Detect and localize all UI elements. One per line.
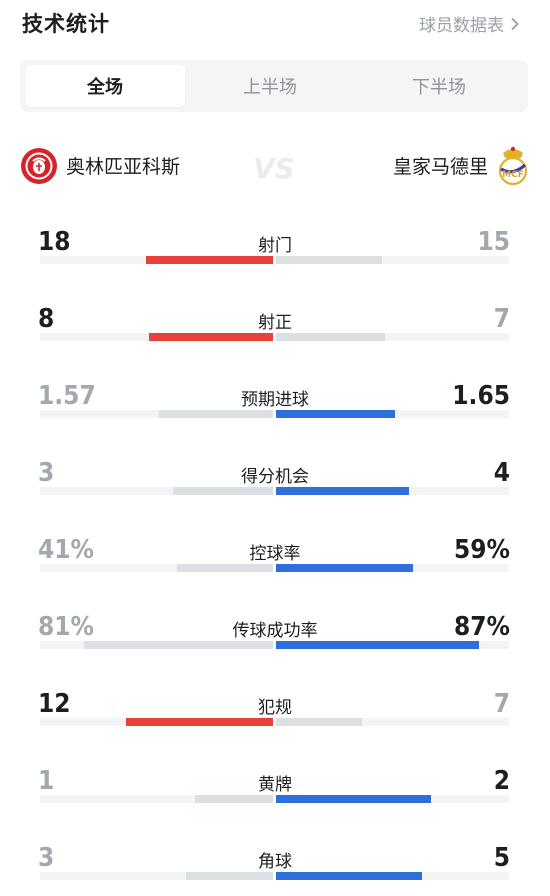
away-stat-value: 59% (454, 535, 510, 565)
away-stat-bar (276, 256, 382, 264)
away-stat-value: 1.65 (452, 381, 510, 411)
home-stat-track (40, 410, 273, 418)
home-stat-bar (173, 487, 273, 495)
stat-row: 3 角球 5 (0, 843, 550, 896)
home-stat-track (40, 487, 273, 495)
teams-row: 奥林匹亚科斯 VS 皇家马德里 MCF (0, 140, 550, 196)
home-stat-track (40, 718, 273, 726)
home-stat-track (40, 795, 273, 803)
away-stat-value: 5 (493, 843, 510, 873)
stat-row: 8 射正 7 (0, 304, 550, 364)
stat-label: 犯规 (258, 698, 292, 718)
home-stat-bar (159, 410, 273, 418)
stat-label: 黄牌 (258, 775, 292, 795)
stat-row: 3 得分机会 4 (0, 458, 550, 518)
home-stat-track (40, 872, 273, 880)
away-stat-bar (276, 564, 413, 572)
stat-row: 81% 传球成功率 87% (0, 612, 550, 672)
away-stat-track (276, 641, 509, 649)
away-stat-bar (276, 872, 422, 880)
vs-text: VS (253, 152, 295, 185)
tab-full-match[interactable]: 全场 (25, 65, 185, 107)
page-title: 技术统计 (22, 12, 110, 36)
chevron-right-icon (511, 17, 519, 30)
away-stat-bar (276, 718, 362, 726)
away-stat-track (276, 410, 509, 418)
away-stat-value: 87% (454, 612, 510, 642)
tab-second-half[interactable]: 下半场 (355, 65, 523, 107)
svg-text:MCF: MCF (502, 170, 524, 180)
home-stat-track (40, 256, 273, 264)
away-stat-track (276, 487, 509, 495)
home-team-name: 奥林匹亚科斯 (66, 156, 181, 178)
stat-row: 1.57 预期进球 1.65 (0, 381, 550, 441)
stat-row: 12 犯规 7 (0, 689, 550, 749)
home-stat-track (40, 641, 273, 649)
stat-label: 射门 (258, 236, 292, 256)
away-stat-track (276, 718, 509, 726)
away-stat-value: 15 (477, 227, 510, 257)
away-stat-track (276, 564, 509, 572)
away-stat-bar (276, 333, 385, 341)
home-stat-bar (195, 795, 273, 803)
real-madrid-crest-icon: MCF (498, 146, 528, 186)
away-stat-track (276, 333, 509, 341)
olympiacos-crest-icon (21, 148, 57, 184)
stat-label: 得分机会 (241, 467, 309, 487)
stat-row: 18 射门 15 (0, 227, 550, 287)
home-stat-bar (126, 718, 273, 726)
stat-row: 1 黄牌 2 (0, 766, 550, 826)
away-stat-value: 7 (493, 689, 510, 719)
tab-first-half[interactable]: 上半场 (190, 65, 350, 107)
stat-row: 41% 控球率 59% (0, 535, 550, 595)
home-stat-track (40, 564, 273, 572)
home-stat-bar (149, 333, 273, 341)
away-stat-bar (276, 487, 409, 495)
vs-icon: VS (253, 152, 295, 185)
home-stat-track (40, 333, 273, 341)
away-stat-bar (276, 410, 395, 418)
away-stat-bar (276, 795, 431, 803)
home-stat-bar (177, 564, 273, 572)
home-stat-bar (84, 641, 273, 649)
home-stat-bar (186, 872, 273, 880)
away-stat-bar (276, 641, 479, 649)
player-stats-link[interactable]: 球员数据表 (419, 11, 522, 36)
player-stats-link-label: 球员数据表 (419, 16, 504, 36)
away-stat-track (276, 256, 509, 264)
away-stat-value: 2 (493, 766, 510, 796)
stat-label: 射正 (258, 313, 292, 333)
home-stat-bar (146, 256, 273, 264)
away-team-name: 皇家马德里 (392, 156, 488, 178)
away-stat-track (276, 795, 509, 803)
header: 技术统计 球员数据表 (0, 0, 550, 48)
away-stat-value: 7 (493, 304, 510, 334)
away-stat-value: 4 (493, 458, 510, 488)
stat-label: 角球 (258, 852, 292, 872)
period-tabs: 全场 上半场 下半场 (20, 60, 528, 112)
away-stat-track (276, 872, 509, 880)
